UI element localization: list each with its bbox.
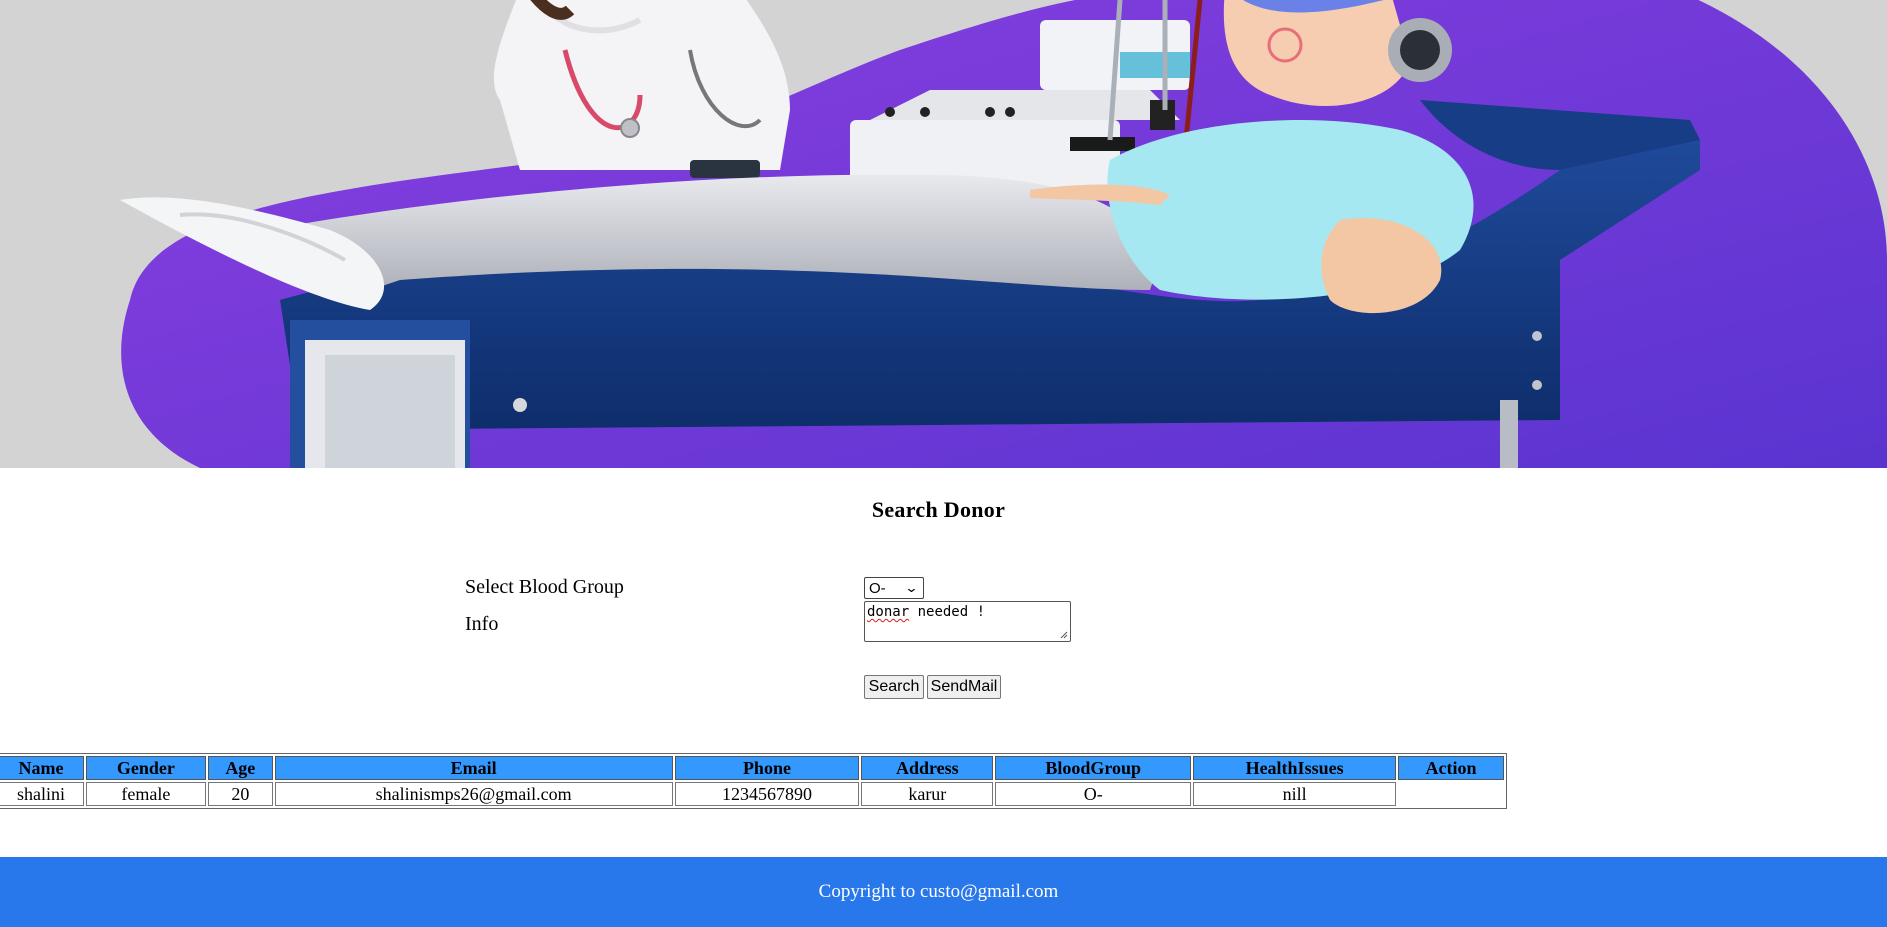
footer: Copyright to custo@gmail.com	[0, 857, 1887, 927]
blood-group-selected-value: O-	[869, 579, 886, 597]
misspelled-word: donar	[867, 604, 910, 620]
cell-healthissues: nill	[1193, 782, 1396, 806]
cell-phone: 1234567890	[674, 782, 860, 806]
blood-group-label: Select Blood Group	[465, 576, 624, 598]
info-textarea[interactable]: donar needed !	[864, 601, 1071, 642]
info-label: Info	[465, 613, 499, 635]
table-header-row: Name Gender Age Email Phone Address Bloo…	[0, 756, 1504, 780]
cell-name: shalini	[0, 782, 84, 806]
cell-address: karur	[861, 782, 994, 806]
col-header-name: Name	[0, 756, 84, 780]
col-header-action: Action	[1398, 756, 1504, 780]
chevron-down-icon: ⌄	[904, 580, 919, 595]
col-header-age: Age	[207, 756, 273, 780]
blood-donation-illustration	[120, 0, 1887, 468]
cell-action	[1398, 782, 1504, 806]
resize-grip-icon[interactable]	[1059, 630, 1068, 639]
cell-gender: female	[85, 782, 206, 806]
footer-copyright: Copyright to custo@gmail.com	[818, 881, 1059, 902]
info-text: needed !	[909, 604, 986, 620]
col-header-address: Address	[861, 756, 994, 780]
col-header-healthissues: HealthIssues	[1193, 756, 1396, 780]
cell-age: 20	[207, 782, 273, 806]
col-header-gender: Gender	[85, 756, 206, 780]
sendmail-button[interactable]: SendMail	[927, 675, 1001, 699]
cell-bloodgroup: O-	[995, 782, 1192, 806]
col-header-bloodgroup: BloodGroup	[995, 756, 1192, 780]
col-header-phone: Phone	[674, 756, 860, 780]
col-header-email: Email	[274, 756, 673, 780]
hero-banner	[0, 0, 1887, 468]
search-button[interactable]: Search	[864, 675, 924, 699]
donor-results-table: Name Gender Age Email Phone Address Bloo…	[0, 753, 1507, 809]
blood-group-select[interactable]: O- ⌄	[864, 577, 924, 599]
page-title: Search Donor	[871, 497, 1006, 522]
table-row: shalini female 20 shalinismps26@gmail.co…	[0, 782, 1504, 806]
cell-email: shalinismps26@gmail.com	[274, 782, 673, 806]
